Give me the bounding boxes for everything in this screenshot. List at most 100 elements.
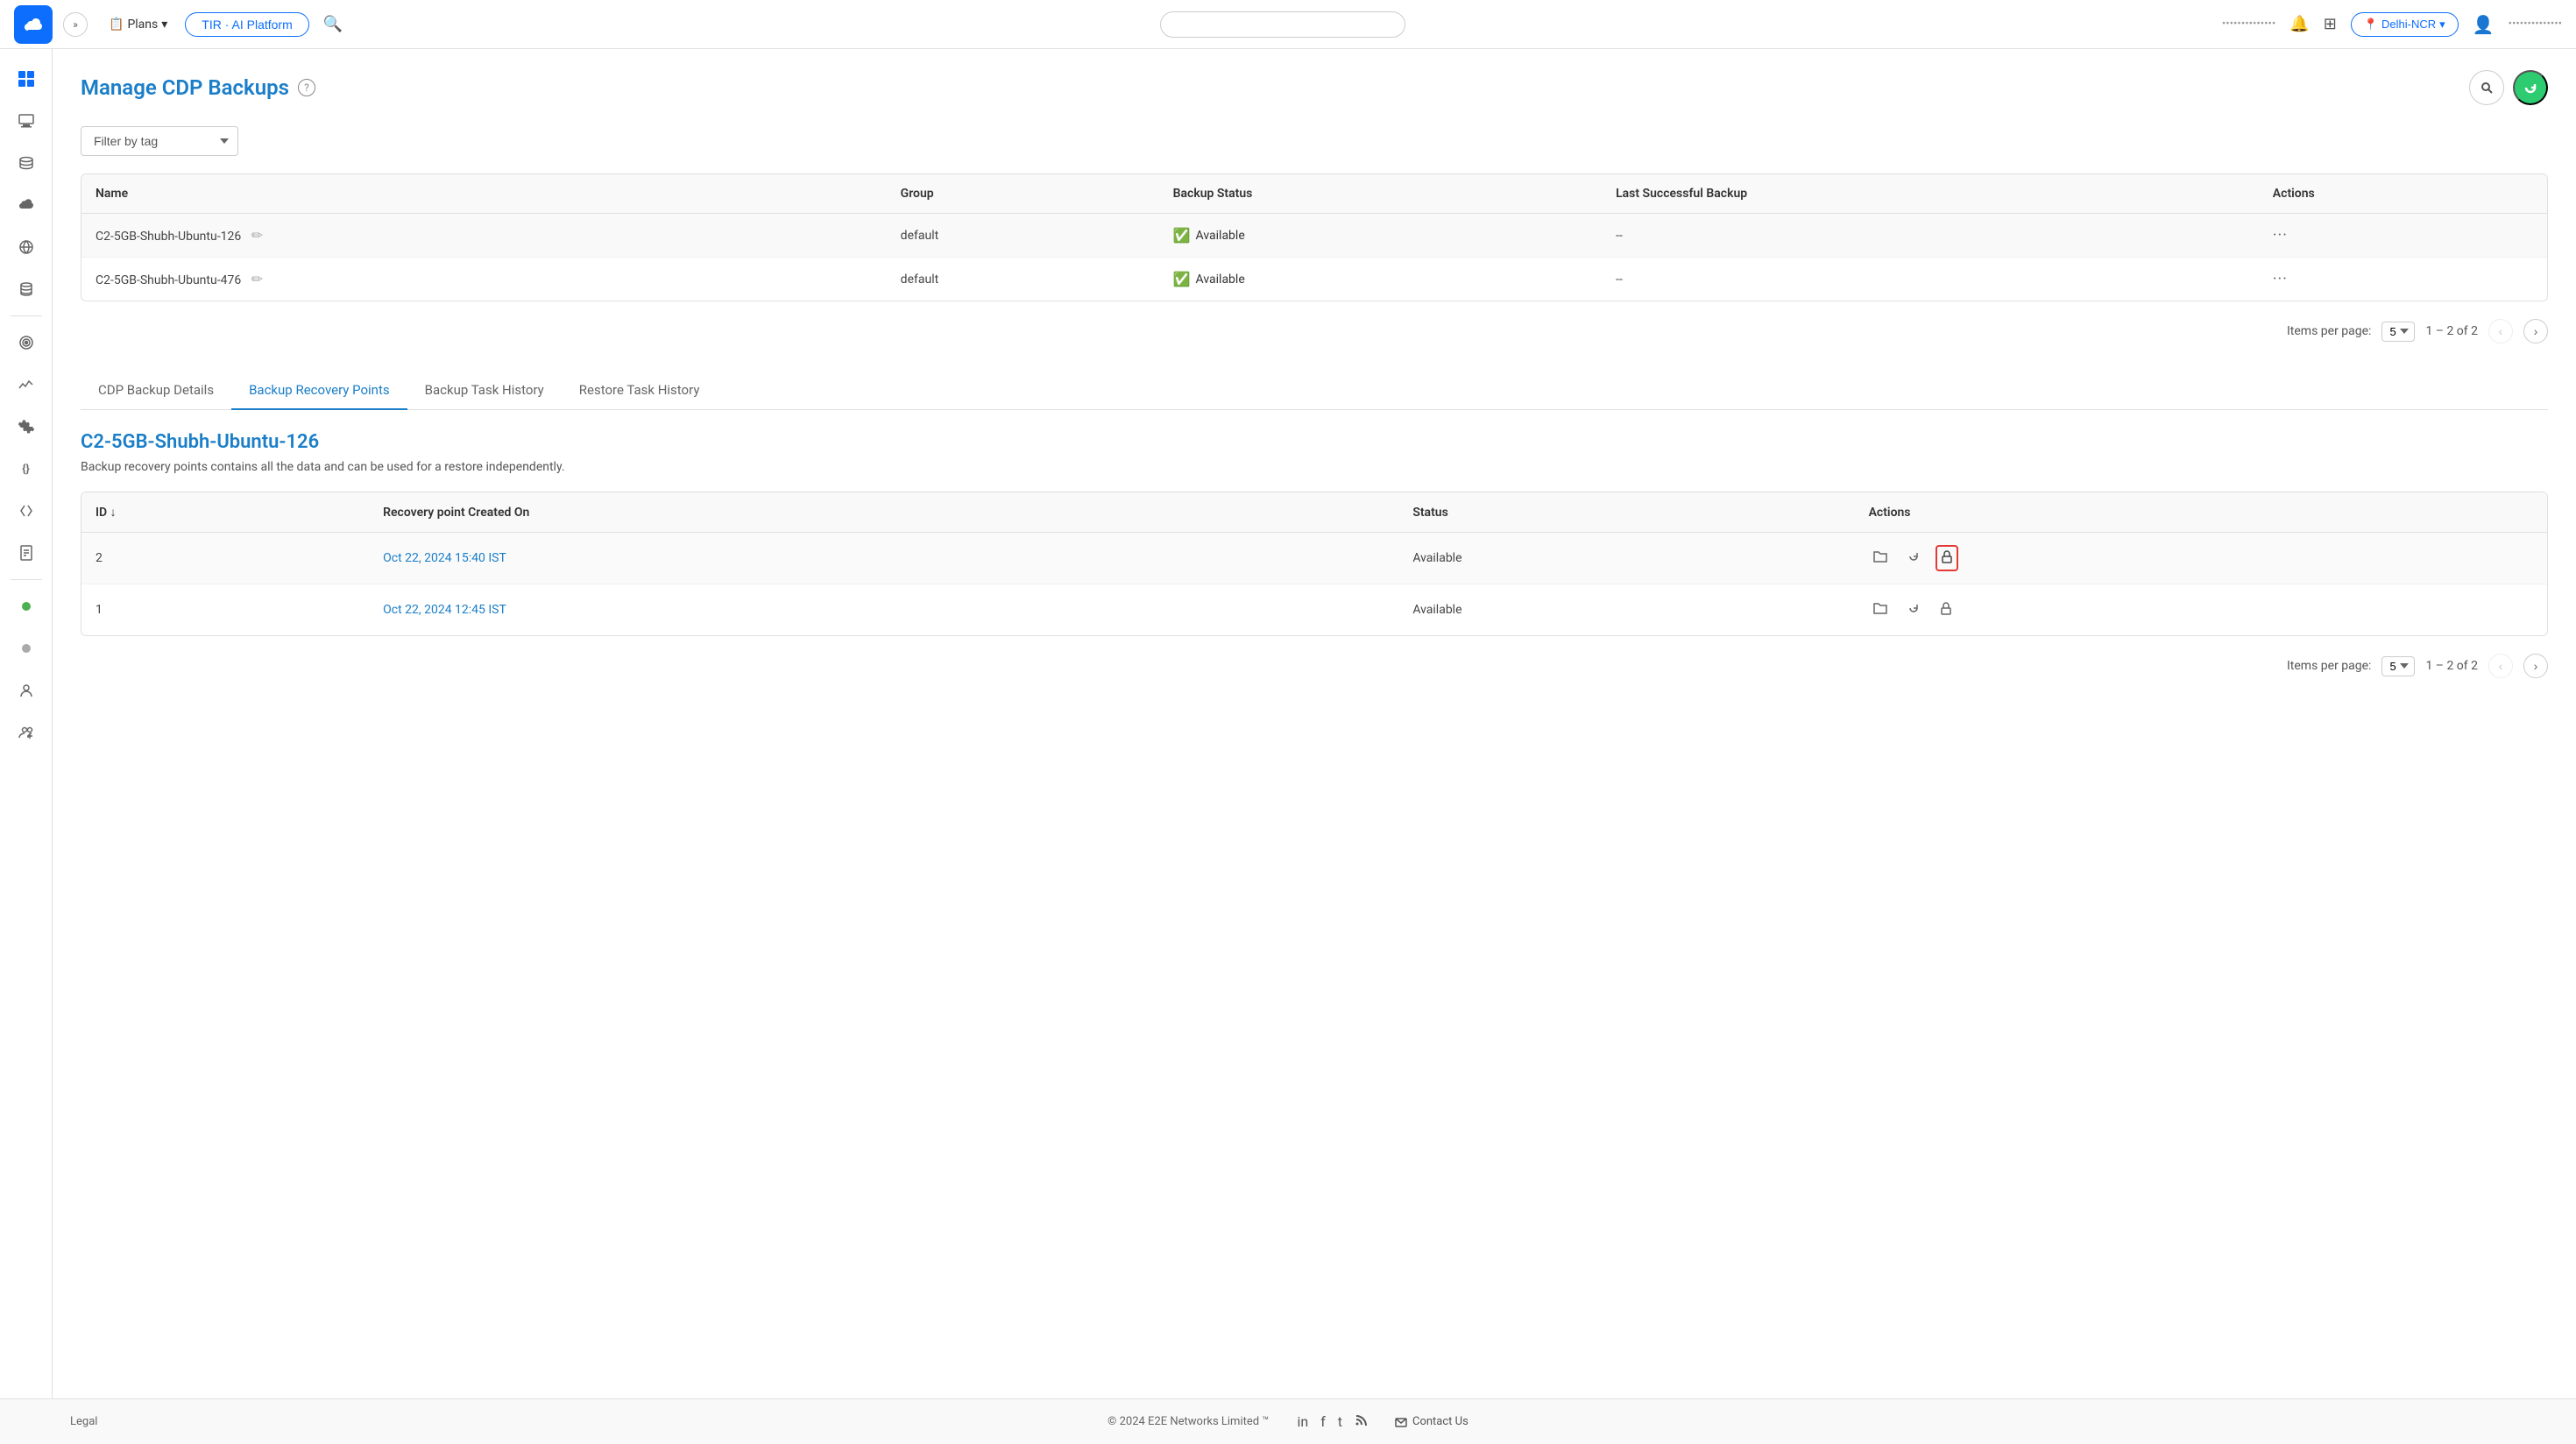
- sidebar-item-monitoring[interactable]: [7, 365, 46, 404]
- items-per-page-label: Items per page:: [2287, 324, 2371, 338]
- action-icons-0: [1869, 545, 2533, 571]
- contact-us-link[interactable]: Contact Us: [1395, 1415, 1468, 1428]
- navbar-center-input[interactable]: [1160, 11, 1405, 38]
- apps-grid-icon[interactable]: ⊞: [2324, 15, 2337, 33]
- tab-cdp-backup-details[interactable]: CDP Backup Details: [81, 372, 231, 410]
- notification-bell-icon[interactable]: 🔔: [2289, 15, 2309, 33]
- backup-last-cell: --: [1602, 214, 2259, 258]
- col-group: Group: [887, 174, 1159, 214]
- sidebar-item-compute[interactable]: [7, 102, 46, 140]
- recovery-table-wrapper: ID ↓ Recovery point Created On Status Ac…: [81, 492, 2548, 636]
- sidebar-toggle-btn[interactable]: »: [63, 12, 88, 37]
- recovery-table: ID ↓ Recovery point Created On Status Ac…: [81, 492, 2547, 635]
- navbar-right: •••••••••••••• 🔔 ⊞ 📍 Delhi-NCR ▾ 👤 •••••…: [2222, 12, 2562, 37]
- sidebar-item-network[interactable]: [7, 228, 46, 266]
- recovery-date-link-0[interactable]: Oct 22, 2024 15:40 IST: [383, 551, 506, 565]
- recovery-id-cell: 2: [81, 533, 369, 584]
- page-title: Manage CDP Backups: [81, 75, 289, 100]
- lock-icon-0[interactable]: [1936, 545, 1958, 571]
- page-header: Manage CDP Backups ?: [81, 70, 2548, 105]
- legal-link[interactable]: Legal: [70, 1415, 97, 1428]
- col-last-backup: Last Successful Backup: [1602, 174, 2259, 214]
- navbar-search-icon[interactable]: 🔍: [323, 15, 343, 33]
- page-next-btn[interactable]: ›: [2523, 319, 2548, 343]
- lock-icon-1[interactable]: [1936, 598, 1957, 622]
- sidebar-item-git[interactable]: [7, 492, 46, 530]
- sidebar-item-account[interactable]: [7, 671, 46, 710]
- rss-icon[interactable]: [1355, 1413, 1367, 1430]
- recovery-date-link-1[interactable]: Oct 22, 2024 12:45 IST: [383, 603, 506, 617]
- backup-name-cell: C2-5GB-Shubh-Ubuntu-126 ✏: [81, 214, 887, 258]
- folder-icon-0[interactable]: [1869, 545, 1892, 571]
- recovery-id-cell: 1: [81, 584, 369, 636]
- sidebar-item-targets[interactable]: [7, 323, 46, 362]
- recovery-header-row: ID ↓ Recovery point Created On Status Ac…: [81, 492, 2547, 533]
- table-row: C2-5GB-Shubh-Ubuntu-476 ✏ default ✅ Avai…: [81, 258, 2547, 301]
- header-refresh-btn[interactable]: [2513, 70, 2548, 105]
- sidebar-item-storage[interactable]: [7, 144, 46, 182]
- backups-table: Name Group Backup Status Last Successful…: [81, 174, 2547, 301]
- sidebar-item-team[interactable]: [7, 713, 46, 752]
- recovery-date-cell: Oct 22, 2024 15:40 IST: [369, 533, 1398, 584]
- more-actions-btn-1[interactable]: ···: [2273, 270, 2288, 288]
- items-per-page-select[interactable]: 5: [2381, 322, 2415, 342]
- recovery-section-title: C2-5GB-Shubh-Ubuntu-126: [81, 431, 2548, 453]
- restore-icon-1[interactable]: [1902, 597, 1925, 623]
- sidebar-item-settings[interactable]: [7, 407, 46, 446]
- logo[interactable]: [14, 5, 53, 44]
- folder-icon-1[interactable]: [1869, 597, 1892, 623]
- sidebar-item-dashboard[interactable]: [7, 60, 46, 98]
- recovery-section-desc: Backup recovery points contains all the …: [81, 460, 2548, 474]
- col-id[interactable]: ID ↓: [81, 492, 369, 533]
- header-search-btn[interactable]: [2469, 70, 2504, 105]
- tab-backup-recovery-points[interactable]: Backup Recovery Points: [231, 372, 407, 410]
- filter-bar: Filter by tag: [81, 126, 2548, 156]
- user-account-icon[interactable]: 👤: [2473, 14, 2495, 35]
- region-selector-btn[interactable]: 📍 Delhi-NCR ▾: [2351, 12, 2459, 37]
- recovery-section: C2-5GB-Shubh-Ubuntu-126 Backup recovery …: [81, 431, 2548, 685]
- footer-social: in f t: [1297, 1413, 1367, 1430]
- backups-table-wrapper: Name Group Backup Status Last Successful…: [81, 173, 2548, 301]
- plans-menu[interactable]: 📋 Plans ▾: [98, 12, 178, 37]
- plans-icon: 📋: [109, 18, 124, 32]
- page-info: 1 – 2 of 2: [2425, 324, 2478, 338]
- help-icon[interactable]: ?: [298, 79, 315, 96]
- recovery-pagination: Items per page: 5 1 – 2 of 2 ‹ ›: [81, 647, 2548, 685]
- tab-backup-task-history[interactable]: Backup Task History: [407, 372, 562, 410]
- backup-group-cell: default: [887, 214, 1159, 258]
- recovery-page-prev-btn[interactable]: ‹: [2488, 654, 2513, 678]
- restore-icon-0[interactable]: [1902, 545, 1925, 571]
- sidebar-item-cloud[interactable]: [7, 186, 46, 224]
- recovery-page-next-btn[interactable]: ›: [2523, 654, 2548, 678]
- backup-last-cell: --: [1602, 258, 2259, 301]
- location-icon: 📍: [2364, 18, 2378, 32]
- recovery-status-cell: Available: [1398, 584, 1854, 636]
- recovery-items-per-page-label: Items per page:: [2287, 659, 2371, 673]
- filter-by-tag-select[interactable]: Filter by tag: [81, 126, 238, 156]
- recovery-items-per-page-select[interactable]: 5: [2381, 656, 2415, 676]
- facebook-icon[interactable]: f: [1320, 1413, 1326, 1430]
- linkedin-icon[interactable]: in: [1297, 1413, 1308, 1430]
- backup-actions-cell: ···: [2259, 214, 2547, 258]
- sidebar-item-api[interactable]: {}: [7, 449, 46, 488]
- col-name: Name: [81, 174, 887, 214]
- region-chevron-icon: ▾: [2439, 18, 2445, 32]
- sidebar-divider-1: [11, 315, 42, 316]
- recovery-page-info: 1 – 2 of 2: [2425, 659, 2478, 673]
- recovery-actions-cell-1: [1855, 584, 2547, 636]
- recovery-status-cell: Available: [1398, 533, 1854, 584]
- edit-icon[interactable]: ✏: [251, 271, 263, 287]
- col-status: Status: [1398, 492, 1854, 533]
- backups-table-header-row: Name Group Backup Status Last Successful…: [81, 174, 2547, 214]
- page-prev-btn[interactable]: ‹: [2488, 319, 2513, 343]
- sidebar-item-docs[interactable]: [7, 534, 46, 572]
- more-actions-btn-0[interactable]: ···: [2273, 226, 2288, 244]
- edit-icon[interactable]: ✏: [251, 227, 263, 244]
- user-name: ••••••••••••••: [2509, 18, 2562, 31]
- tab-restore-task-history[interactable]: Restore Task History: [562, 372, 718, 410]
- sidebar-item-dot-gray: [7, 629, 46, 668]
- tir-platform-btn[interactable]: TIR · AI Platform: [185, 12, 308, 37]
- col-actions: Actions: [2259, 174, 2547, 214]
- twitter-icon[interactable]: t: [1338, 1413, 1342, 1430]
- sidebar-item-databases[interactable]: [7, 270, 46, 308]
